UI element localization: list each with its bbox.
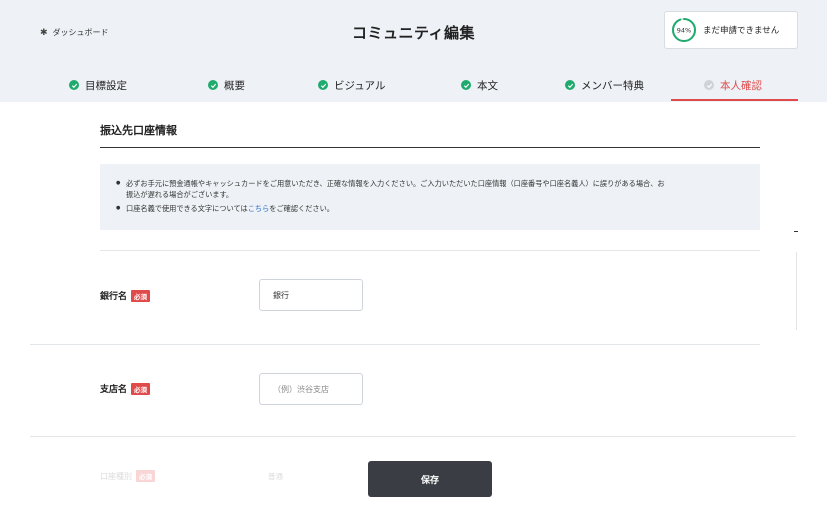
divider [100,344,760,345]
page-header: ✱ ダッシュボード コミュニティ編集 94% まだ申請できません 目標設定 概要… [0,0,827,102]
tab-label: メンバー特典 [581,79,644,92]
check-icon [704,80,714,90]
account-type-select[interactable]: 普通 [268,471,283,482]
account-type-label: 口座種別 必須 [100,470,155,482]
charset-help-link[interactable]: こちら [248,204,270,213]
bank-name-input[interactable]: 銀行 [259,279,363,311]
tab-label: 本人確認 [720,79,762,92]
notice-box: 必ずお手元に預金通帳やキャッシュカードをご用意いただき、正確な情報を入力ください… [100,164,760,230]
notice-text: 口座名義で使用できる文字については [126,204,248,213]
notice-text: をご確認ください。 [269,204,334,213]
progress-percent: 94% [677,26,691,34]
application-status-text: まだ申請できません [703,26,780,36]
application-status: 94% まだ申請できません [664,11,798,49]
divider [30,436,796,437]
branch-name-input[interactable]: （例）渋谷支店 [259,373,363,405]
required-badge: 必須 [136,470,155,482]
active-tab-indicator [671,99,798,101]
scroll-indicator [794,231,798,232]
notice-item: 必ずお手元に預金通帳やキャッシュカードをご用意いただき、正確な情報を入力ください… [116,178,744,200]
section-title: 振込先口座情報 [100,124,177,137]
section-divider [100,147,760,148]
tab-member-benefits[interactable]: メンバー特典 [565,68,644,102]
tab-label: 目標設定 [85,79,127,92]
branch-name-label: 支店名 必須 [100,382,151,395]
step-tabs: 目標設定 概要 ビジュアル 本文 メンバー特典 本人確認 [40,68,800,102]
progress-ring: 94% [672,18,696,42]
tab-label: ビジュアル [334,79,386,92]
tab-identity-verification[interactable]: 本人確認 [704,68,762,102]
check-icon [461,80,471,90]
tab-label: 本文 [477,79,498,92]
notice-item: 口座名義で使用できる文字についてはこちらをご確認ください。 [116,203,744,214]
save-button[interactable]: 保存 [368,461,492,497]
field-label-text: 口座種別 [100,471,132,481]
tab-body[interactable]: 本文 [461,68,498,102]
check-icon [69,80,79,90]
notice-text: 振込が遅れる場合がございます。 [126,190,234,199]
divider [30,344,100,345]
tab-overview[interactable]: 概要 [208,68,245,102]
check-icon [318,80,328,90]
check-icon [565,80,575,90]
required-badge: 必須 [131,382,151,395]
tab-label: 概要 [224,79,245,92]
notice-text: 必ずお手元に預金通帳やキャッシュカードをご用意いただき、正確な情報を入力ください… [126,179,665,188]
divider [100,250,760,251]
tab-goal[interactable]: 目標設定 [69,68,127,102]
required-badge: 必須 [131,289,151,302]
scrollbar-track[interactable] [796,252,797,330]
check-icon [208,80,218,90]
field-label-text: 支店名 [100,385,128,395]
bank-name-label: 銀行名 必須 [100,289,151,302]
field-label-text: 銀行名 [100,292,128,302]
tab-visual[interactable]: ビジュアル [318,68,385,102]
